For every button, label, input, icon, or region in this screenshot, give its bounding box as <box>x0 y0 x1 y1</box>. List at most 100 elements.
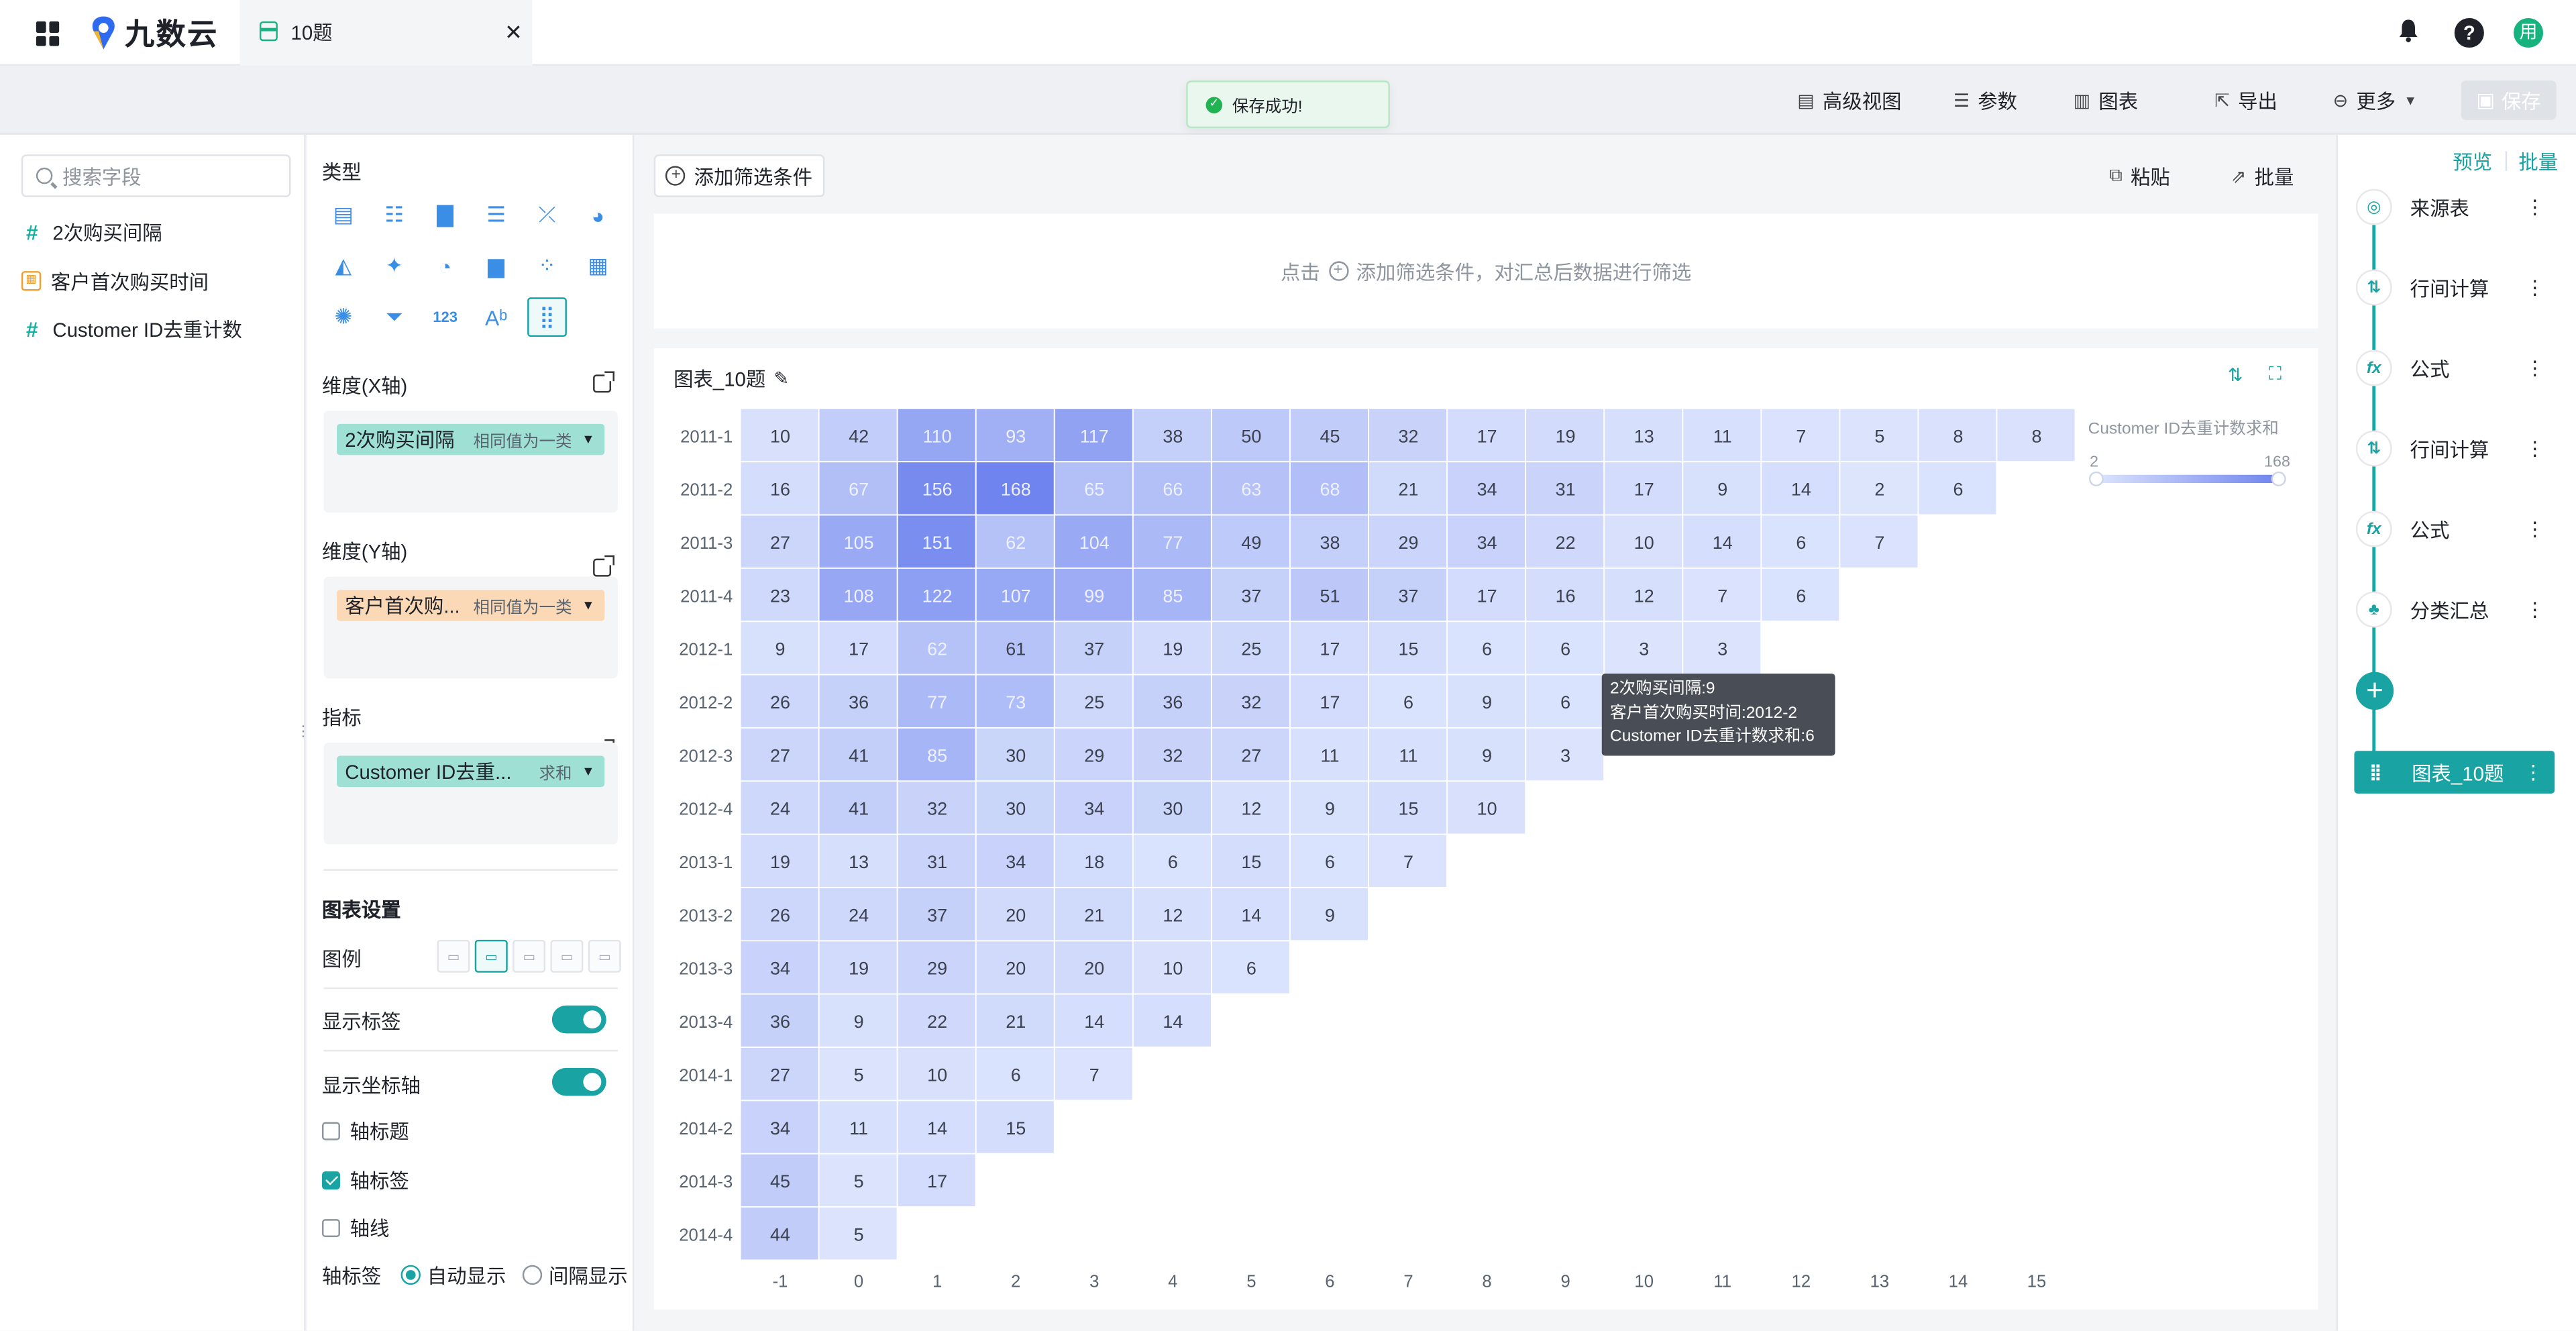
pie-chart-icon[interactable]: ◕ <box>578 195 618 235</box>
y-field-pill[interactable]: 客户首次购... 相同值为一类 ▼ <box>337 590 605 621</box>
funnel-chart-icon[interactable]: ⏷ <box>374 297 414 337</box>
kpi-number-icon[interactable]: 123 <box>425 297 465 337</box>
flow-node-formula[interactable]: fx 公式 ⋮ <box>2354 347 2555 390</box>
more-vertical-icon[interactable]: ⋮ <box>2525 517 2544 540</box>
heatmap-cell-label: 29 <box>927 959 947 979</box>
chart-type-grid: ▤ ☷ ▇ ☰ ⤫ ◕ ◭ ✦ ◔ ▆ ⁘ ▦ ✺ ⏷ 123 Aᵇ ⣿ <box>323 195 619 337</box>
tab-10ti[interactable]: 10题 ✕ <box>239 0 533 66</box>
axis-title-checkbox-row[interactable]: 轴标题 <box>322 1117 409 1143</box>
heatmap-cell-label: 85 <box>1163 586 1183 606</box>
plus-circle-icon: + <box>666 166 686 186</box>
advanced-view-button[interactable]: ▤ 高级视图 <box>1797 85 1901 115</box>
more-button[interactable]: ⊖ 更多 ▼ <box>2333 85 2417 115</box>
flow-node-source[interactable]: ◎ 来源表 ⋮ <box>2354 186 2555 229</box>
show-axis-toggle[interactable] <box>551 1067 606 1096</box>
export-button[interactable]: ⇱ 导出 <box>2214 85 2277 115</box>
metric-field-pill[interactable]: Customer ID去重... 求和 ▼ <box>337 755 605 788</box>
batch-button[interactable]: ⇗ 批量 <box>2231 161 2294 191</box>
external-link-icon[interactable] <box>593 371 614 393</box>
gauge-chart-icon[interactable]: ◔ <box>425 246 465 286</box>
field-search-input[interactable]: 搜索字段 <box>21 154 291 197</box>
legend-none-option[interactable]: ▭ <box>437 939 470 973</box>
batch-link[interactable]: 批量 <box>2518 148 2558 176</box>
interval-show-radio[interactable] <box>522 1265 543 1285</box>
cross-table-icon[interactable]: ☷ <box>374 195 414 235</box>
bar-chart-icon[interactable]: ▇ <box>425 195 465 235</box>
node-label: 行间计算 <box>2410 276 2489 300</box>
caret-down-icon[interactable]: ▼ <box>582 598 594 613</box>
heatmap-chart-icon[interactable]: ⣿ <box>527 297 567 337</box>
params-button[interactable]: ☰ 参数 <box>1953 85 2017 115</box>
heatmap-cell-label: 12 <box>1241 799 1261 819</box>
show-labels-toggle[interactable] <box>551 1005 606 1034</box>
help-icon[interactable]: ? <box>2454 17 2484 48</box>
radar-chart-icon[interactable]: ✺ <box>323 297 363 337</box>
external-link-icon[interactable] <box>593 555 614 577</box>
caret-down-icon[interactable]: ▼ <box>582 764 594 779</box>
save-button[interactable]: ▣ 保存 <box>2461 81 2557 120</box>
close-icon[interactable]: ✕ <box>504 19 523 46</box>
scatter-chart-icon[interactable]: ⁘ <box>527 246 567 286</box>
area-chart-icon[interactable]: ◭ <box>323 246 363 286</box>
flow-node-group-summary[interactable]: ♣ 分类汇总 ⋮ <box>2354 588 2555 631</box>
x-field-label: 2次购买间隔 <box>345 429 455 452</box>
more-vertical-icon[interactable]: ⋮ <box>2525 195 2544 218</box>
table-chart-icon[interactable]: ▤ <box>323 195 363 235</box>
x-field-pill[interactable]: 2次购买间隔 相同值为一类 ▼ <box>337 423 605 456</box>
axis-title-checkbox[interactable] <box>322 1121 340 1140</box>
flow-node-row-calc[interactable]: ⇅ 行间计算 ⋮ <box>2354 266 2555 309</box>
stacked-bar-icon[interactable]: ☰ <box>476 195 516 235</box>
add-filter-button[interactable]: + 添加筛选条件 <box>653 154 825 197</box>
axis-label-checkbox[interactable] <box>322 1170 340 1189</box>
heatmap-cell-label: 27 <box>770 745 790 765</box>
filter-area[interactable]: 点击 + 添加筛选条件，对汇总后数据进行筛选 <box>653 213 2318 329</box>
heatmap-cell-label: 11 <box>1713 426 1732 446</box>
x-dimension-dropzone[interactable]: 2次购买间隔 相同值为一类 ▼ <box>323 411 618 513</box>
heatmap-cell-label: 14 <box>1163 1012 1183 1032</box>
x-axis-tick-label: 11 <box>1713 1273 1731 1291</box>
avatar[interactable]: 用 <box>2513 17 2544 48</box>
y-dimension-title: 维度(Y轴) <box>322 540 408 564</box>
flow-node-row-calc[interactable]: ⇅ 行间计算 ⋮ <box>2354 427 2555 470</box>
auto-show-radio[interactable] <box>400 1265 421 1285</box>
axis-line-checkbox-row[interactable]: 轴线 <box>322 1214 389 1240</box>
axis-label-checkbox-row[interactable]: 轴标签 <box>322 1167 409 1193</box>
chart-settings-title: 图表设置 <box>322 898 401 922</box>
flow-node-formula[interactable]: fx 公式 ⋮ <box>2354 508 2555 551</box>
heatmap-cell-label: 42 <box>849 426 869 446</box>
heatmap-cell-label: 19 <box>770 852 790 872</box>
caret-down-icon[interactable]: ▼ <box>582 432 594 447</box>
legend-right-option[interactable]: ▭ <box>474 939 508 973</box>
heatmap-cell-label: 14 <box>927 1118 947 1138</box>
heatmap-cell-label: 105 <box>844 533 874 553</box>
axis-line-checkbox[interactable] <box>322 1218 340 1236</box>
preview-link[interactable]: 预览 <box>2453 148 2492 176</box>
metric-dropzone[interactable]: Customer ID去重... 求和 ▼ <box>323 742 618 845</box>
more-vertical-icon[interactable]: ⋮ <box>2525 276 2544 299</box>
treemap-chart-icon[interactable]: ▦ <box>578 246 618 286</box>
legend-left-option[interactable]: ▭ <box>513 939 546 973</box>
apps-grid-icon[interactable] <box>36 21 61 46</box>
legend-top-option[interactable]: ▭ <box>550 939 584 973</box>
y-dimension-dropzone[interactable]: 客户首次购... 相同值为一类 ▼ <box>323 576 618 679</box>
more-vertical-icon[interactable]: ⋮ <box>2525 437 2544 460</box>
more-vertical-icon[interactable]: ⋮ <box>2525 598 2544 621</box>
paste-button[interactable]: ⧉ 粘贴 <box>2110 161 2170 191</box>
add-step-button[interactable]: + <box>2355 672 2394 710</box>
more-vertical-icon[interactable]: ⋮ <box>2524 761 2543 784</box>
bell-icon[interactable] <box>2394 18 2423 48</box>
chart-button[interactable]: ▥ 图表 <box>2074 85 2139 115</box>
word-cloud-icon[interactable]: Aᵇ <box>476 297 516 337</box>
y-axis-tick-label: 2014-3 <box>679 1173 733 1191</box>
field-item[interactable]: # Customer ID去重计数 <box>21 312 242 345</box>
field-item[interactable]: ▦ 客户首次购买时间 <box>21 264 209 297</box>
map-chart-icon[interactable]: ✦ <box>374 246 414 286</box>
combo-chart-icon[interactable]: ▆ <box>476 246 516 286</box>
flow-node-chart[interactable]: ⣿ 图表_10题 ⋮ <box>2354 751 2555 794</box>
legend-bottom-option[interactable]: ▭ <box>588 939 621 973</box>
brand-logo[interactable]: 九数云 <box>89 13 218 53</box>
more-vertical-icon[interactable]: ⋮ <box>2525 356 2544 379</box>
metric-aggregation: 求和 <box>539 765 572 784</box>
line-chart-icon[interactable]: ⤫ <box>527 195 567 235</box>
field-item[interactable]: #2次购买间隔 <box>21 215 162 248</box>
